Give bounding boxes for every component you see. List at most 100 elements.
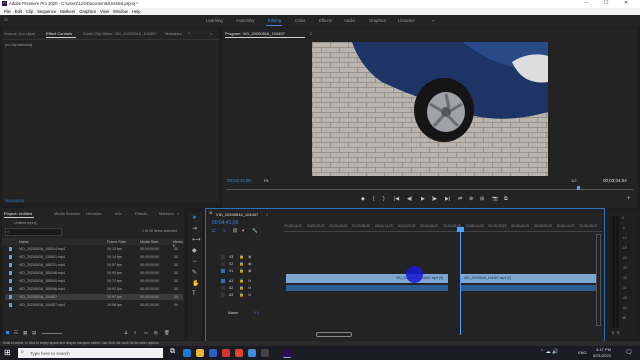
mark-out-icon[interactable]: }	[383, 196, 385, 202]
go-to-out-icon[interactable]: ▶|	[445, 196, 450, 202]
menu-help[interactable]: Help	[132, 8, 141, 15]
master-volume-value[interactable]: 0.0	[254, 311, 259, 315]
source-patch-icon[interactable]	[221, 286, 225, 290]
lock-icon[interactable]: 🔒	[239, 254, 244, 259]
workspace-learning[interactable]: Learning	[206, 18, 223, 23]
lock-icon[interactable]: 🔒	[239, 261, 244, 266]
mark-in-icon[interactable]: {	[373, 196, 375, 202]
menu-graphics[interactable]: Graphics	[79, 8, 96, 15]
ripple-edit-tool-icon[interactable]: ⟷	[192, 236, 201, 243]
source-patch-icon[interactable]	[221, 255, 225, 259]
minimize-button[interactable]: –	[585, 0, 588, 6]
add-marker-timeline-icon[interactable]: ▾	[242, 228, 244, 234]
timeline-menu-icon[interactable]: ≡	[266, 212, 268, 217]
solo-right-button[interactable]: S	[617, 331, 619, 335]
project-item-row[interactable]: VID_20200516_185231.mp4 29.57 fps 00;00;00…	[5, 262, 183, 268]
track-header-v3[interactable]: V3 🔒 ◉	[221, 254, 281, 260]
project-item-row[interactable]: VID_20200516_185540.mp4 29.72 fps 00;00;00…	[5, 278, 183, 284]
lock-icon[interactable]: 🔒	[239, 292, 244, 297]
program-monitor-title[interactable]: Program: VID_20200516_104457	[225, 31, 285, 36]
tab-info[interactable]: Info	[115, 211, 122, 216]
slip-tool-icon[interactable]: ↔	[192, 258, 198, 264]
taskbar-search-placeholder[interactable]: Type here to search	[30, 351, 70, 356]
video-clip-1[interactable]: VID_20200516_104457.mp4 [V]	[286, 274, 448, 283]
lock-icon[interactable]: 🔒	[239, 278, 244, 283]
project-search-input[interactable]: ⌕	[5, 228, 62, 236]
clock-date[interactable]: 5/21/2020	[593, 353, 611, 358]
maximize-button[interactable]: ☐	[604, 0, 608, 6]
selection-tool-icon[interactable]: ➤	[192, 214, 197, 221]
zoom-slider[interactable]	[42, 333, 62, 334]
track-header-v1[interactable]: V1 🔒 ◉	[221, 268, 281, 274]
pen-tool-icon[interactable]: ✎	[192, 269, 197, 276]
step-forward-icon[interactable]: |▶	[432, 196, 437, 202]
razor-tool-icon[interactable]: ◆	[192, 247, 197, 254]
tab-effects[interactable]: Effects	[135, 211, 147, 216]
tab-libraries[interactable]: Libraries	[86, 211, 101, 216]
project-item-row[interactable]: VID_20200516_133601.mp4 29.14 fps 00;00;00…	[5, 254, 183, 260]
mute-icon[interactable]: M	[248, 278, 251, 283]
step-back-icon[interactable]: ◀|	[407, 196, 412, 202]
project-item-row[interactable]: VID_20200516_185546.mp4 29.92 fps 00;00;00…	[5, 286, 183, 292]
store-app-icon[interactable]	[209, 349, 217, 357]
source-patch-icon[interactable]	[221, 293, 225, 297]
mute-icon[interactable]: M	[248, 285, 251, 290]
comparison-view-icon[interactable]: ⊞	[480, 196, 484, 202]
notifications-icon[interactable]: 🗨	[625, 349, 633, 356]
add-marker-icon[interactable]: ◆	[361, 196, 365, 202]
find-icon[interactable]: ⌕	[134, 330, 137, 335]
panel-menu-icon[interactable]: ≡	[188, 31, 190, 36]
write-lock-icon[interactable]	[6, 331, 9, 334]
hand-tool-icon[interactable]: ✋	[192, 280, 199, 287]
fit-dropdown[interactable]: Fit	[264, 178, 268, 183]
chrome-app-icon[interactable]	[222, 349, 230, 357]
windows-start-icon[interactable]: ⊞	[4, 348, 11, 357]
menu-window[interactable]: Window	[113, 8, 128, 15]
new-item-icon[interactable]: ⊞	[154, 330, 158, 336]
system-tray-icons[interactable]: ⌃ ☁ 🔊	[540, 349, 558, 355]
multi-camera-icon[interactable]: ⧉	[504, 196, 508, 202]
premiere-taskbar-icon[interactable]	[283, 349, 291, 358]
menu-clip[interactable]: Clip	[26, 8, 33, 15]
menu-view[interactable]: View	[100, 8, 109, 15]
program-scrub-bar[interactable]	[227, 189, 633, 190]
more-tabs-icon[interactable]: »	[210, 31, 212, 36]
project-more-tabs-icon[interactable]: »	[177, 211, 179, 216]
column-frame-rate[interactable]: Frame Rate	[107, 240, 126, 244]
solo-left-button[interactable]: S	[612, 331, 614, 335]
tab-source[interactable]: Source: (no clips)	[4, 31, 35, 36]
tab-project[interactable]: Project: Untitled	[4, 211, 32, 216]
file-explorer-icon[interactable]	[196, 349, 204, 357]
icon-view-icon[interactable]: ▦	[23, 330, 27, 336]
photos-app-icon[interactable]	[248, 349, 256, 357]
go-to-in-icon[interactable]: |◀	[394, 196, 399, 202]
timeline-vertical-scrollbar[interactable]	[596, 234, 601, 326]
eye-icon[interactable]: ◉	[248, 254, 252, 259]
timeline-horizontal-scrollbar[interactable]	[316, 332, 352, 337]
timeline-playhead-line[interactable]	[460, 230, 461, 335]
sequence-tab[interactable]: VID_20200516_104457	[216, 212, 258, 217]
source-patch-icon[interactable]	[221, 269, 225, 273]
edge-app-icon[interactable]	[183, 349, 191, 357]
tab-audio-clip-mixer[interactable]: Audio Clip Mixer: VID_20200516_104457	[83, 31, 157, 36]
eye-icon[interactable]: ◉	[248, 268, 252, 273]
menu-sequence[interactable]: Sequence	[37, 8, 56, 15]
snap-icon[interactable]: ⊃	[222, 228, 226, 234]
track-header-a2[interactable]: A2 🔒 M	[221, 285, 281, 291]
track-header-a3[interactable]: A3 🔒 M	[221, 292, 281, 298]
audio-clip-2[interactable]	[461, 285, 597, 291]
workspace-assembly[interactable]: Assembly	[236, 18, 255, 23]
freeform-view-icon[interactable]: ▤	[32, 330, 36, 336]
export-frame-icon[interactable]: 📷	[492, 196, 498, 202]
timeline-playhead-handle[interactable]	[457, 227, 464, 232]
play-icon[interactable]: ▶	[421, 196, 425, 202]
timeline-settings-icon[interactable]: 🔧	[252, 228, 258, 234]
home-icon[interactable]: ⌂	[4, 17, 8, 23]
media-app-icon[interactable]	[235, 349, 243, 357]
project-item-row[interactable]: VID_20200516_100914.mp4 29.13 fps 00;00;00…	[5, 246, 183, 252]
taskbar-search-box[interactable]: ⌕ Type here to search	[18, 348, 163, 358]
workspace-audio[interactable]: Audio	[344, 18, 355, 23]
timeline-ruler[interactable]: 00;03;14;29 00;03;29;29 00;03;44;29 00;03;5…	[284, 222, 602, 230]
tab-markers[interactable]: Markers	[159, 211, 173, 216]
workspace-color[interactable]: Color	[295, 18, 305, 23]
